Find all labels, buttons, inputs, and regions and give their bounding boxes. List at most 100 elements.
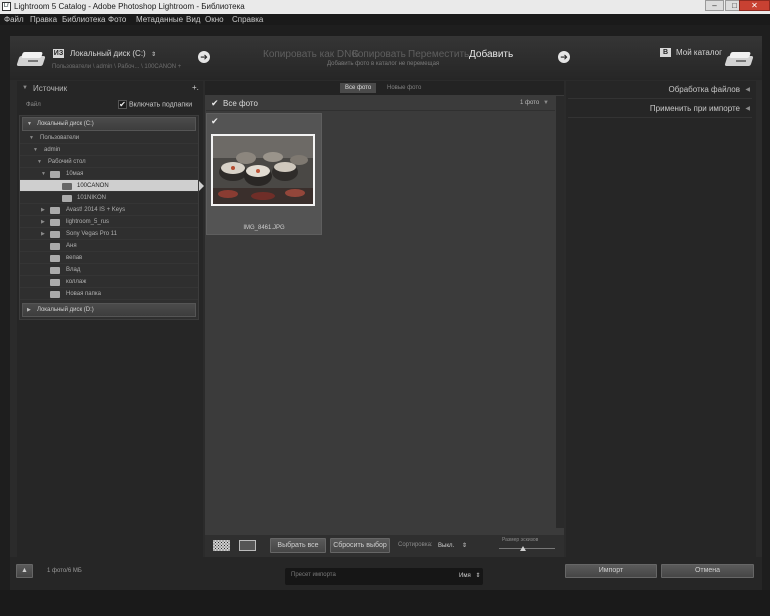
destination-disk-icon [724, 50, 754, 68]
grid-view-icon[interactable] [213, 540, 230, 551]
drive-d[interactable]: ▶ Локальный диск (D:) [22, 303, 196, 317]
divider [568, 98, 752, 99]
source-path: Пользователи \ admin \ Рабоч... \ 100CAN… [52, 64, 182, 70]
folder-icon [50, 207, 60, 214]
drive-c[interactable]: ▼ Локальный диск (C:) [22, 117, 196, 131]
menu-metadata[interactable]: Метаданные [136, 15, 183, 24]
collapse-triangle-icon[interactable]: ▼ [543, 100, 549, 106]
preset-dropdown-icon: ⇕ [475, 573, 481, 579]
folder-icon [50, 171, 60, 178]
deselect-all-button[interactable]: Сбросить выбор [330, 538, 390, 553]
menu-file[interactable]: Файл [4, 15, 24, 24]
source-from-badge: ИЗ [53, 49, 64, 58]
window-title: Lightroom 5 Catalog - Adobe Photoshop Li… [14, 2, 245, 11]
sort-value: Выкл. [438, 543, 455, 549]
select-all-button[interactable]: Выбрать все [270, 538, 326, 553]
folder-icon [50, 255, 60, 262]
lightroom-app-icon: Lr [2, 2, 11, 11]
mode-move[interactable]: Переместить [408, 49, 469, 60]
menu-bar: Файл Правка Библиотека Фото Метаданные В… [0, 14, 770, 25]
sort-dropdown-icon: ⇕ [461, 543, 467, 549]
arrow-right-icon-2: ➔ [558, 51, 570, 63]
tree-row-users[interactable]: ▼ Пользователи [20, 132, 198, 144]
expand-triangle-icon: ▼ [27, 121, 32, 127]
close-window-button[interactable]: ✕ [739, 0, 770, 11]
thumb-size-slider-handle[interactable] [520, 546, 526, 551]
source-disk-icon [16, 50, 46, 68]
menu-window[interactable]: Окно [205, 15, 224, 24]
tree-row-desktop[interactable]: ▼ Рабочий стол [20, 156, 198, 168]
arrow-right-icon: ➔ [198, 51, 210, 63]
tree-row-vlad[interactable]: Влад [20, 264, 198, 276]
import-button[interactable]: Импорт [565, 564, 657, 578]
dest-to-badge: В [660, 48, 671, 57]
include-subfolders-checkbox[interactable]: ✔ Включать подпапки [118, 100, 192, 109]
include-subfolders-label: Включать подпапки [128, 101, 193, 109]
tree-row-vepav[interactable]: вепав [20, 252, 198, 264]
all-photos-label: Все фото [223, 99, 258, 108]
file-handling-header[interactable]: Обработка файлов ◀ [566, 84, 756, 98]
photo-thumbnail-cell[interactable]: ✔ IMG_8461.JPG [206, 113, 322, 235]
preset-value: Имя [459, 573, 471, 579]
apply-on-import-header[interactable]: Применить при импорте ◀ [566, 103, 756, 117]
destination-catalog: Мой каталог [676, 48, 722, 57]
tree-row-new-folder[interactable]: Новая папка [20, 288, 198, 300]
file-handling-title: Обработка файлов [668, 85, 740, 94]
add-source-icon[interactable]: +. [192, 83, 199, 92]
thumb-size-label: Размер эскизов [502, 537, 539, 543]
filter-tabs: Все фото Новые фото [205, 81, 564, 95]
sort-label: Сортировка: [398, 542, 433, 548]
menu-library[interactable]: Библиотека [62, 15, 106, 24]
tree-row-101nikon[interactable]: 101NIKON [20, 192, 198, 204]
collapse-dialog-button[interactable]: ▲ [16, 564, 33, 578]
loupe-view-icon[interactable] [239, 540, 256, 551]
menu-photo[interactable]: Фото [108, 15, 126, 24]
lightroom-filmstrip-background [0, 590, 770, 616]
thumb-size-slider[interactable] [499, 548, 555, 549]
collapse-triangle-icon: ▼ [22, 85, 28, 91]
tree-row-lightroom[interactable]: ▶ lightroom_5_rus [20, 216, 198, 228]
mode-copy-as-dng[interactable]: Копировать как DNG [263, 49, 359, 60]
tree-row-10may[interactable]: ▼ 10мая [20, 168, 198, 180]
folder-icon [50, 231, 60, 238]
tree-row-anya[interactable]: Аня [20, 240, 198, 252]
photo-filename: IMG_8461.JPG [243, 225, 285, 231]
tree-row-100canon[interactable]: 100CANON [20, 180, 198, 192]
mode-add[interactable]: Добавить [469, 49, 513, 60]
menu-edit[interactable]: Правка [30, 15, 57, 24]
preset-label: Пресет импорта [291, 572, 336, 578]
tree-row-sony-vegas[interactable]: ▶ Sony Vegas Pro 11 [20, 228, 198, 240]
folder-tree: ▼ Локальный диск (C:) ▼ Пользователи ▼ adm… [19, 115, 199, 320]
import-summary: 1 фото/6 МБ [47, 568, 82, 574]
grid-scrollbar[interactable] [556, 96, 564, 528]
folder-icon [50, 243, 60, 250]
selected-folder-pointer-icon [199, 181, 204, 191]
apply-on-import-title: Применить при импорте [649, 104, 740, 113]
import-preset-bar: Пресет импорта Имя ⇕ [285, 568, 483, 585]
tab-all-photos[interactable]: Все фото [340, 83, 377, 93]
check-all-icon[interactable]: ✔ [211, 98, 219, 109]
divider [568, 117, 752, 118]
menu-help[interactable]: Справка [232, 15, 263, 24]
tree-row-collage[interactable]: коллаж [20, 276, 198, 288]
sort-selector[interactable]: Выкл. ⇕ [438, 542, 467, 549]
expand-left-triangle-icon: ◀ [745, 87, 750, 93]
preset-selector[interactable]: Имя ⇕ [459, 572, 480, 579]
photo-count: 1 фото [520, 100, 540, 106]
minimize-button[interactable]: – [705, 0, 724, 11]
expand-left-triangle-icon: ◀ [745, 106, 750, 112]
grid-toolbar: Выбрать все Сбросить выбор Сортировка: В… [205, 535, 564, 557]
folder-icon [50, 291, 60, 298]
cancel-button[interactable]: Отмена [661, 564, 754, 578]
sushi-photo-image [213, 136, 313, 204]
tab-new-photos[interactable]: Новые фото [382, 83, 426, 93]
mode-copy[interactable]: Копировать [352, 49, 406, 60]
tree-row-avast[interactable]: ▶ Avast! 2014 IS + Keys [20, 204, 198, 216]
menu-view[interactable]: Вид [186, 15, 200, 24]
photo-checkbox[interactable]: ✔ [211, 116, 219, 127]
photo-thumbnail[interactable] [211, 134, 315, 206]
source-panel-header[interactable]: ▼ Источник +. [17, 83, 203, 97]
grid-header: ✔ Все фото 1 фото ▼ [206, 96, 555, 111]
source-selector[interactable]: Локальный диск (C:) ⇕ [70, 49, 156, 58]
tree-row-admin[interactable]: ▼ admin [20, 144, 198, 156]
